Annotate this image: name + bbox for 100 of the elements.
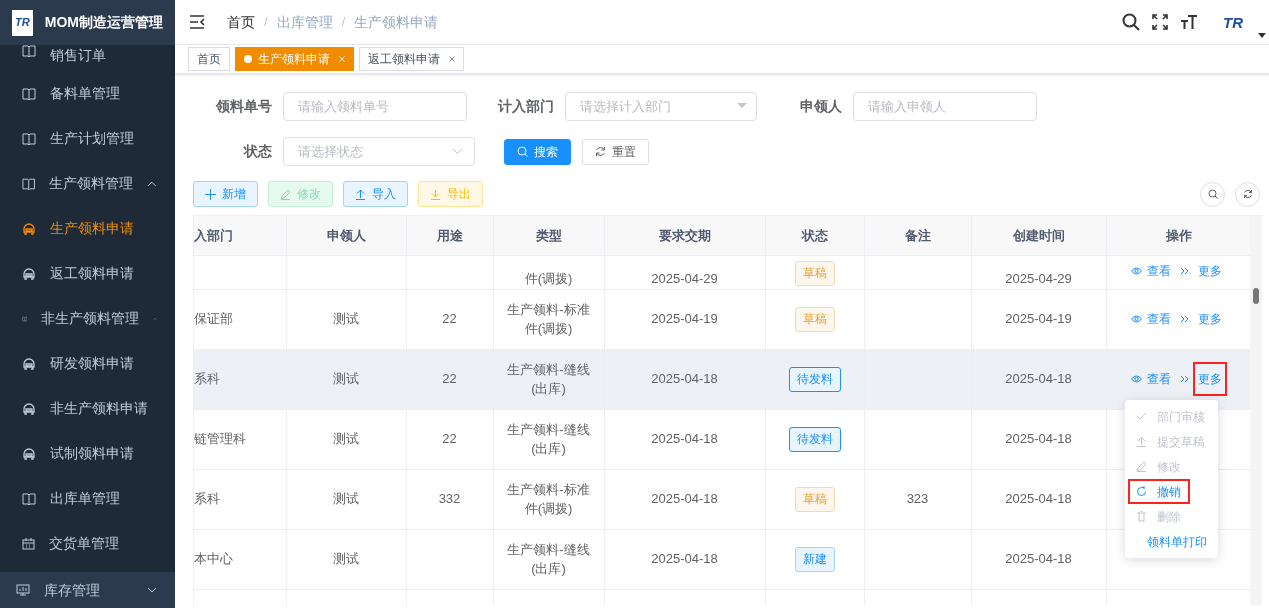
- field-label: 申领人: [799, 97, 843, 116]
- sidebar-item[interactable]: 生产计划管理: [0, 116, 175, 161]
- double-chevron-icon: [1179, 315, 1189, 323]
- app-title: MOM制造运营管理: [44, 13, 163, 32]
- input-field[interactable]: 请输入领料单号: [283, 92, 467, 121]
- eye-icon: [1130, 375, 1142, 383]
- sidebar-item[interactable]: 库存管理: [0, 572, 175, 608]
- table-cell-text: 生产领料-缝线(出库): [506, 360, 591, 398]
- table-cell-text: 2025-04-19: [1004, 310, 1073, 329]
- upload-icon: [1136, 436, 1147, 447]
- table-cell-text: 2025-04-29: [1004, 271, 1073, 286]
- column-header: 用途: [406, 216, 493, 255]
- table-cell-text: 2025-04-18: [650, 550, 719, 569]
- table-cell-text: 2025-04-29: [650, 271, 719, 286]
- tab[interactable]: 首页: [188, 47, 230, 71]
- table-cell-text: 332: [437, 490, 462, 509]
- caret-icon[interactable]: [1258, 33, 1266, 39]
- sidebar-item[interactable]: 返工领料申请: [0, 251, 175, 296]
- table-cell-text: 2025-04-18: [1004, 370, 1073, 389]
- table-cell-text: 2025-04-18: [1004, 550, 1073, 569]
- table-cell-text: 2025-04-18: [650, 490, 719, 509]
- table-cell-text: 2025-04-18: [1004, 430, 1073, 449]
- table-cell-text: 保证部: [194, 310, 234, 329]
- pencil-icon: [280, 188, 291, 200]
- search-icon: [517, 146, 528, 157]
- sidebar-item[interactable]: 非生产领料申请: [0, 386, 175, 431]
- table-cell-text: 测试: [332, 310, 360, 329]
- table-cell-text: 生产领料-缝线(出库): [506, 420, 591, 458]
- sidebar-item[interactable]: 试制领料申请: [0, 431, 175, 476]
- table-cell-text: 测试: [332, 490, 360, 509]
- column-header: 类型: [493, 216, 604, 255]
- column-header: 入部门: [194, 216, 286, 255]
- table-cell-text: 生产领料-缝线(出库): [506, 540, 591, 578]
- view-link[interactable]: 查看: [1130, 263, 1171, 278]
- table-cell-text: 本中心: [194, 550, 234, 569]
- status-tag: 待发料: [788, 426, 841, 452]
- search-icon: [1207, 189, 1218, 199]
- column-header: 备注: [864, 216, 971, 255]
- monitor-icon: [16, 584, 30, 596]
- avatar-logo[interactable]: TR: [1218, 11, 1248, 33]
- sidebar-item[interactable]: 非生产领料管理: [0, 296, 175, 341]
- table-row[interactable]: 件(调拨) 2025-04-29 草稿 2025-04-29 查看 更多: [194, 255, 1250, 289]
- column-header: 申领人: [286, 216, 406, 255]
- more-link[interactable]: 更多: [1192, 255, 1227, 286]
- eye-icon: [1130, 266, 1142, 275]
- table-cell-text: 生产领料-标准件(调拨): [506, 300, 591, 338]
- status-tag: 新建: [794, 546, 835, 572]
- table-cell-text: 2025-04-18: [650, 370, 719, 389]
- headset-icon: [22, 402, 36, 415]
- sidebar-item[interactable]: 生产领料申请: [0, 206, 175, 251]
- table-cell-text: 系科: [194, 370, 221, 389]
- table-cell-text: 链管理科: [194, 430, 247, 449]
- table-cell-text: 2025-04-19: [650, 310, 719, 329]
- download-icon: [430, 188, 441, 200]
- close-icon: [339, 56, 345, 62]
- table-cell-text: 测试: [332, 370, 360, 389]
- field-label: 计入部门: [497, 97, 555, 116]
- breadcrumb-link[interactable]: 首页: [227, 11, 255, 33]
- table-row[interactable]: 保证部 测试 22 生产领料-标准件(调拨) 2025-04-19 草稿 2025-04-19 查看 更多: [194, 289, 1250, 349]
- upload-icon: [355, 188, 366, 200]
- table-cell-text: 测试: [332, 430, 360, 449]
- fullscreen-icon[interactable]: [1152, 14, 1168, 30]
- view-link[interactable]: 查看: [1130, 310, 1171, 328]
- table-cell-text: 测试: [332, 550, 360, 569]
- table-cell-text: 2025-04-18: [1004, 490, 1073, 509]
- headset-icon: [22, 447, 36, 460]
- column-header: 要求交期: [604, 216, 765, 255]
- double-chevron-icon: [1179, 375, 1189, 383]
- sidebar-item[interactable]: 生产领料管理: [0, 161, 175, 206]
- sidebar-item[interactable]: 备料单管理: [0, 71, 175, 116]
- select-field[interactable]: 请选择状态: [283, 137, 475, 166]
- breadcrumb-separator: /: [264, 13, 268, 32]
- menu-item[interactable]: 领料单打印: [1128, 529, 1215, 554]
- refresh-icon: [1242, 189, 1253, 199]
- tab[interactable]: 返工领料申请: [359, 47, 464, 71]
- close-icon: [449, 56, 455, 62]
- menu-icon[interactable]: [189, 15, 205, 29]
- sidebar-item[interactable]: 出库单管理: [0, 476, 175, 521]
- search-icon[interactable]: [1122, 13, 1140, 31]
- table-cell-text: 件(调拨): [523, 271, 574, 286]
- refresh-icon: [1136, 486, 1147, 497]
- table-cell-text: 系科: [194, 490, 221, 509]
- headset-icon: [22, 267, 36, 280]
- font-size-icon[interactable]: [1180, 14, 1198, 30]
- table-cell-text: 22: [441, 310, 458, 329]
- eye-icon: [1130, 315, 1142, 323]
- sidebar-item[interactable]: 交货单管理: [0, 521, 175, 566]
- sidebar-item[interactable]: 销售订单: [0, 45, 175, 71]
- table-cell-text: 2025-04-18: [650, 430, 719, 449]
- sidebar-item[interactable]: 研发领料申请: [0, 341, 175, 386]
- reset-button[interactable]: 重置: [582, 138, 649, 165]
- field-label: 领料单号: [215, 97, 273, 116]
- scrollbar[interactable]: [1250, 216, 1262, 605]
- menu-item[interactable]: 撤销: [1128, 479, 1190, 504]
- logo: TR: [12, 9, 33, 36]
- select-field[interactable]: 请选择计入部门: [565, 92, 757, 121]
- plus-icon: [205, 188, 216, 200]
- table-cell-text: 323: [905, 490, 930, 509]
- input-field[interactable]: 请输入申领人: [853, 92, 1037, 121]
- more-link[interactable]: 更多: [1192, 302, 1227, 336]
